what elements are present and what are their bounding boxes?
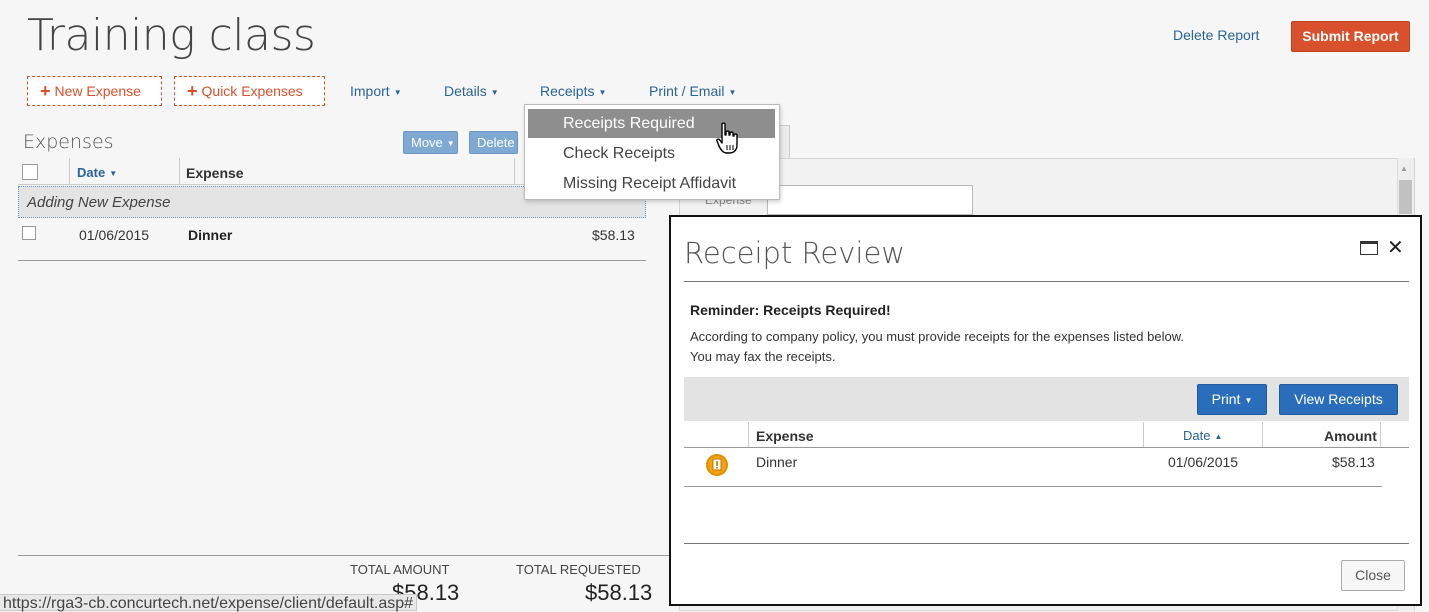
expense-row-date[interactable]: 01/06/2015 <box>79 227 149 243</box>
sort-desc-icon: ▼ <box>109 169 118 179</box>
reminder-heading: Reminder: Receipts Required! <box>690 302 891 318</box>
maximize-icon[interactable] <box>1360 241 1378 255</box>
policy-text: According to company policy, you must pr… <box>690 329 1185 344</box>
dialog-title-divider <box>684 281 1409 282</box>
column-divider <box>748 422 749 447</box>
column-divider <box>1262 422 1263 447</box>
print-email-menu[interactable]: Print / Email ▼ <box>649 83 736 99</box>
close-icon[interactable]: ✕ <box>1387 235 1404 260</box>
expenses-heading: Expenses <box>23 131 114 153</box>
move-label: Move <box>411 135 443 150</box>
caret-down-icon: ▼ <box>446 139 455 149</box>
scroll-up-icon[interactable]: ▲ <box>1400 164 1408 173</box>
dialog-amount-column-header[interactable]: Amount <box>1324 428 1377 444</box>
totals-divider <box>18 555 678 556</box>
new-expense-button[interactable]: + New Expense <box>27 76 162 106</box>
expense-column-header[interactable]: Expense <box>186 165 244 181</box>
receipts-menu[interactable]: Receipts ▼ <box>540 83 606 99</box>
caret-down-icon: ▼ <box>728 87 737 97</box>
menu-item-missing-receipt-affidavit[interactable]: Missing Receipt Affidavit <box>528 169 775 198</box>
expense-row-type[interactable]: Dinner <box>188 227 232 243</box>
delete-button[interactable]: Delete <box>469 131 518 154</box>
caret-down-icon: ▼ <box>490 87 499 97</box>
dialog-header-divider <box>684 447 1409 448</box>
plus-icon: + <box>187 81 198 101</box>
quick-expenses-label: Quick Expenses <box>201 83 303 99</box>
move-button[interactable]: Move ▼ <box>403 131 458 154</box>
print-label: Print <box>1211 391 1241 407</box>
date-column-header[interactable]: Date ▼ <box>77 165 117 180</box>
column-divider <box>179 158 180 185</box>
scroll-thumb[interactable] <box>1399 180 1412 214</box>
delete-report-link[interactable]: Delete Report <box>1173 27 1259 43</box>
details-menu-label: Details <box>444 83 487 99</box>
row-checkbox[interactable] <box>22 226 36 240</box>
page-title: Training class <box>27 10 316 61</box>
dialog-date-header-label: Date <box>1183 428 1211 443</box>
submit-report-button[interactable]: Submit Report <box>1291 21 1410 52</box>
adding-expense-label: Adding New Expense <box>27 194 171 211</box>
print-email-menu-label: Print / Email <box>649 83 725 99</box>
sort-asc-icon: ▲ <box>1214 432 1223 442</box>
expense-field-input[interactable] <box>767 185 973 215</box>
column-divider <box>514 158 515 185</box>
fax-text: You may fax the receipts. <box>690 349 836 364</box>
dialog-row-amount: $58.13 <box>1332 454 1375 470</box>
select-all-checkbox[interactable] <box>22 164 38 180</box>
dialog-row-expense: Dinner <box>756 454 798 470</box>
import-menu[interactable]: Import ▼ <box>350 83 402 99</box>
date-header-label: Date <box>77 165 106 180</box>
close-button[interactable]: Close <box>1341 560 1405 591</box>
column-divider <box>1143 422 1144 447</box>
hand-cursor-icon <box>716 122 740 161</box>
print-button[interactable]: Print ▼ <box>1197 384 1267 415</box>
total-requested-label: TOTAL REQUESTED <box>516 562 641 577</box>
dialog-row-divider <box>684 486 1382 487</box>
receipts-menu-label: Receipts <box>540 83 595 99</box>
expense-row-amount[interactable]: $58.13 <box>592 227 635 243</box>
total-requested-value: $58.13 <box>585 580 653 605</box>
dialog-row-date: 01/06/2015 <box>1168 454 1239 470</box>
dialog-title: Receipt Review <box>684 236 905 270</box>
caret-down-icon: ▼ <box>1244 395 1253 405</box>
dialog-date-column-header[interactable]: Date ▲ <box>1183 428 1222 443</box>
receipt-required-icon <box>706 454 728 476</box>
caret-down-icon: ▼ <box>393 87 402 97</box>
caret-down-icon: ▼ <box>598 87 607 97</box>
browser-status-bar: https://rga3-cb.concurtech.net/expense/c… <box>0 594 418 612</box>
import-menu-label: Import <box>350 83 390 99</box>
plus-icon: + <box>40 81 51 101</box>
column-divider <box>1380 422 1381 447</box>
dialog-expense-column-header[interactable]: Expense <box>756 428 814 444</box>
column-divider <box>69 158 70 185</box>
new-expense-label: New Expense <box>54 83 141 99</box>
quick-expenses-button[interactable]: + Quick Expenses <box>174 76 325 106</box>
total-amount-label: TOTAL AMOUNT <box>350 562 450 577</box>
details-menu[interactable]: Details ▼ <box>444 83 499 99</box>
row-divider <box>18 260 646 261</box>
dialog-footer-divider <box>684 543 1409 544</box>
view-receipts-button[interactable]: View Receipts <box>1279 384 1398 415</box>
